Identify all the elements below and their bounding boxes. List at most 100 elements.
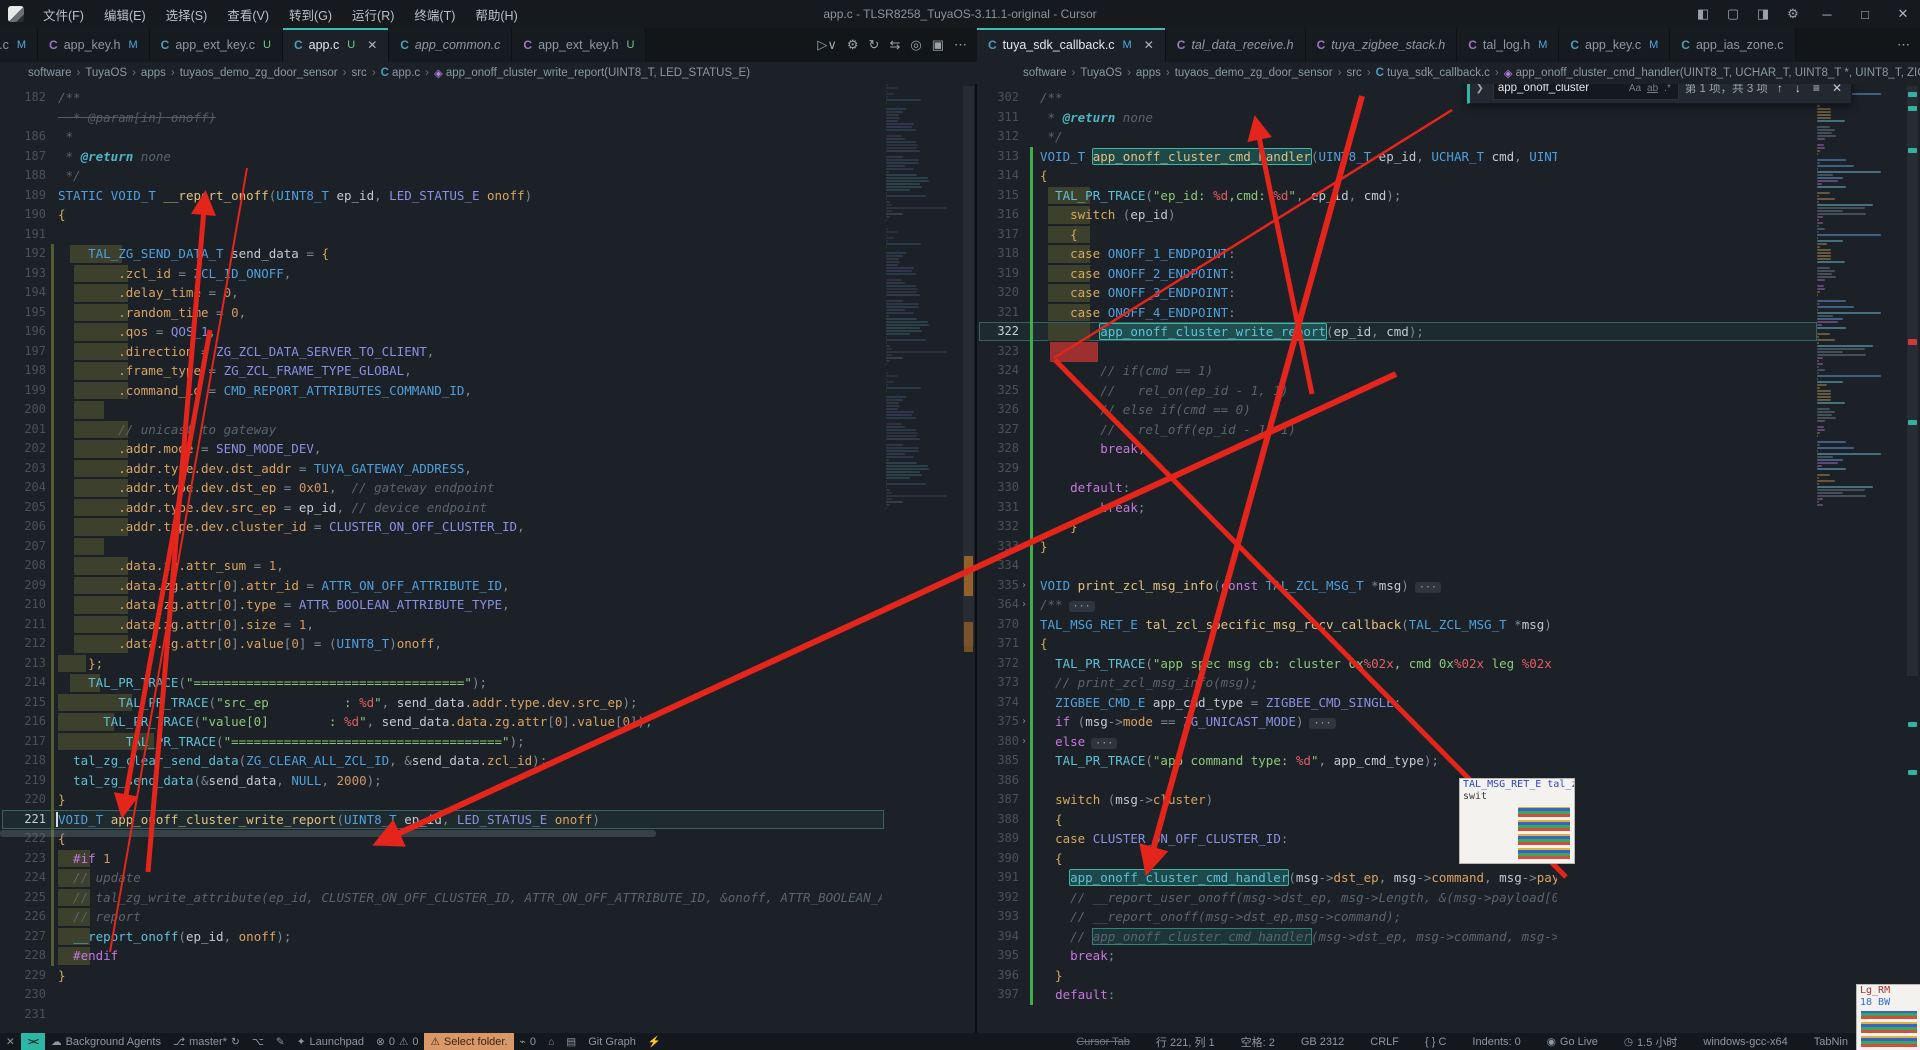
layout-icon-3[interactable]: ⚙ <box>1780 6 1806 22</box>
code-line[interactable]: 392 // __report_user_onoff(msg->dst_ep, … <box>977 887 1920 907</box>
code-line[interactable]: 370 TAL_MSG_RET_E tal_zcl_specific_msg_re… <box>977 614 1920 634</box>
code-line[interactable]: 229} <box>0 966 975 986</box>
code-line[interactable]: 314 { <box>977 166 1920 186</box>
fold-chevron-icon[interactable]: › <box>1021 732 1027 752</box>
code-line[interactable]: 332 } <box>977 517 1920 537</box>
scrollbar-slider[interactable] <box>1907 86 1918 676</box>
code-line[interactable]: 205 .addr.type.dev.src_ep = ep_id, // de… <box>0 497 975 517</box>
code-line[interactable]: 228 #endif <box>0 946 975 966</box>
code-line[interactable]: 231 <box>0 1005 975 1025</box>
problems[interactable]: ⊗ 0 ⚠ 0 <box>370 1033 424 1050</box>
code-line[interactable]: 323 <box>977 341 1920 362</box>
breadcrumb-item[interactable]: software <box>28 67 71 79</box>
regex-toggle[interactable]: .* <box>1661 84 1674 94</box>
tab-app_ext_key.h[interactable]: Capp_ext_key.h U <box>512 28 647 62</box>
menu-运行(R)[interactable]: 运行(R) <box>343 2 403 27</box>
remote-indicator[interactable]: >< <box>20 1033 46 1050</box>
code-line[interactable]: 224 // update <box>0 868 975 888</box>
code-line[interactable]: 219 tal_zg_send_data(&send_data, NULL, 2… <box>0 770 975 790</box>
code-line[interactable]: 391 app_onoff_cluster_cmd_handler(msg->d… <box>977 868 1920 888</box>
cursor-position[interactable]: 行 221, 列 1 <box>1150 1033 1221 1050</box>
code-line[interactable]: 335 › VOID print_zcl_msg_info(const TAL_ZC… <box>977 575 1920 596</box>
code-line[interactable]: 397 default: <box>977 985 1920 1005</box>
code-line[interactable]: 217 TAL_PR_TRACE("======================… <box>0 731 975 751</box>
code-line[interactable]: 189 STATIC VOID_T __report_onoff(UINT8_T … <box>0 186 975 206</box>
fold-chevron-icon[interactable]: › <box>1021 595 1027 615</box>
git-graph[interactable]: Git Graph <box>582 1033 642 1050</box>
editor-action-icon-6[interactable]: ⋯ <box>954 37 967 53</box>
code-line[interactable]: 393 // __report_onoff(msg->dst_ep,msg->c… <box>977 907 1920 927</box>
indentation[interactable]: 空格: 2 <box>1235 1033 1281 1050</box>
code-line[interactable]: 371 { <box>977 634 1920 654</box>
code-line[interactable]: 380 › else ··· <box>977 731 1920 752</box>
close-button[interactable]: ✕ <box>1886 0 1920 28</box>
code-line[interactable]: 311 * @return none <box>977 108 1920 128</box>
code-line[interactable]: 320 case ONOFF_3_ENDPOINT: <box>977 283 1920 303</box>
code-line[interactable]: 385 TAL_PR_TRACE("app command type: %d",… <box>977 751 1920 771</box>
find-in-selection-button[interactable]: ≡ <box>1810 84 1823 95</box>
minimize-button[interactable]: ─ <box>1810 0 1844 28</box>
code-line[interactable]: 318 case ONOFF_1_ENDPOINT: <box>977 244 1920 264</box>
code-line[interactable]: 188 */ <box>0 166 975 186</box>
close-tab-icon[interactable]: ✕ <box>1144 38 1154 52</box>
breadcrumb-item[interactable]: TuyaOS <box>1080 67 1122 79</box>
breadcrumb-item[interactable]: src <box>351 67 366 79</box>
code-line[interactable]: 396 } <box>977 965 1920 985</box>
code-line[interactable]: 193 .zcl_id = ZCL_ID_ONOFF, <box>0 263 975 283</box>
code-line[interactable]: 199 .command_id = CMD_REPORT_ATTRIBUTES_… <box>0 380 975 400</box>
time-tracker[interactable]: ◷ 1.5 小时 <box>1618 1033 1684 1050</box>
code-line[interactable]: 211 .data.zg.attr[0].size = 1, <box>0 614 975 634</box>
code-line[interactable]: 220} <box>0 790 975 810</box>
tab-tal_log.h[interactable]: Ctal_log.h M <box>1457 28 1560 62</box>
eol[interactable]: CRLF <box>1364 1033 1405 1050</box>
code-line[interactable]: 330 default: <box>977 478 1920 498</box>
code-line[interactable]: 194 .delay_time = 0, <box>0 283 975 303</box>
go-live[interactable]: ◉ Go Live <box>1541 1033 1604 1050</box>
terminal-icon[interactable]: ▤ <box>560 1033 582 1050</box>
editor-action-icon-0[interactable]: ⋯ <box>1897 37 1910 53</box>
code-line[interactable]: 221 VOID_T app_onoff_cluster_write_report… <box>0 809 975 829</box>
editor-action-icon-3[interactable]: ⇆ <box>889 37 900 53</box>
code-line[interactable]: 186 * <box>0 127 975 147</box>
code-line[interactable]: 214 TAL_PR_TRACE("======================… <box>0 673 975 693</box>
next-match-button[interactable]: ↓ <box>1792 84 1804 95</box>
code-line[interactable]: 328 break; <box>977 439 1920 459</box>
code-line[interactable]: 195 .random_time = 0, <box>0 302 975 322</box>
code-line[interactable]: 312 */ <box>977 127 1920 147</box>
code-line[interactable]: 372 TAL_PR_TRACE("app spec msg cb: clust… <box>977 653 1920 673</box>
breadcrumb-item[interactable]: tuyaos_demo_zg_door_sensor <box>1175 67 1333 79</box>
code-line[interactable]: 375 › if (msg->mode == ZG_UNICAST_MODE) ··… <box>977 712 1920 732</box>
code-line[interactable]: 373 // print_zcl_msg_info(msg); <box>977 673 1920 693</box>
editor-action-icon-1[interactable]: ⚙ <box>847 37 859 53</box>
breadcrumb-item[interactable]: software <box>1023 67 1066 79</box>
code-line[interactable]: 210 .data.zg.attr[0].type = ATTR_BOOLEAN… <box>0 595 975 615</box>
code-line[interactable]: 326 // else if(cmd == 0) <box>977 400 1920 420</box>
layout-icon-1[interactable]: ▢ <box>1720 6 1746 22</box>
fold-chevron-icon[interactable]: › <box>1021 576 1027 596</box>
code-line[interactable]: 315 TAL_PR_TRACE("ep_id: %d,cmd: %d", ep… <box>977 185 1920 205</box>
code-line[interactable]: 386 <box>977 770 1920 790</box>
code-line[interactable]: 208 .data.zg.attr_sum = 1, <box>0 556 975 576</box>
zap-icon[interactable]: ⚡ <box>642 1033 667 1050</box>
tab-_key.c[interactable]: C_key.cM <box>0 28 39 62</box>
code-line[interactable]: 201 // unicast to gateway <box>0 419 975 439</box>
code-line[interactable]: 206 .addr.type.dev.cluster_id = CLUSTER_… <box>0 517 975 537</box>
editor-action-icon-0[interactable]: ▷∨ <box>817 37 837 53</box>
cursor-tab[interactable]: Cursor Tab <box>1070 1033 1136 1050</box>
tab-tuya_sdk_callback.c[interactable]: Ctuya_sdk_callback.c M ✕ <box>977 28 1166 62</box>
tab-app_ias_zone.c[interactable]: Capp_ias_zone.c <box>1670 28 1796 62</box>
code-line[interactable]: 387 switch (msg->cluster) <box>977 790 1920 810</box>
code-line[interactable]: 218 tal_zg_clear_send_data(ZG_CLEAR_ALL_… <box>0 751 975 771</box>
code-line[interactable]: 200 <box>0 400 975 420</box>
editor-action-icon-5[interactable]: ▣ <box>932 37 944 53</box>
code-line[interactable]: 209 .data.zg.attr[0].attr_id = ATTR_ON_O… <box>0 575 975 595</box>
code-line[interactable]: 325 // rel_on(ep_id - 1, 1) <box>977 380 1920 400</box>
tab-app_key.h[interactable]: Capp_key.h M <box>38 28 150 62</box>
compiler-kit[interactable]: windows-gcc-x64 <box>1697 1033 1793 1050</box>
menu-编辑(E)[interactable]: 编辑(E) <box>95 2 155 27</box>
code-line[interactable]: 317 { <box>977 224 1920 244</box>
code-line[interactable]: 225 // tal_zg_write_attribute(ep_id, CLU… <box>0 887 975 907</box>
code-line[interactable]: 316 switch (ep_id) <box>977 205 1920 225</box>
minimap[interactable] <box>886 84 962 1033</box>
select-folder-warning[interactable]: ⚠ Select folder. <box>424 1033 514 1050</box>
